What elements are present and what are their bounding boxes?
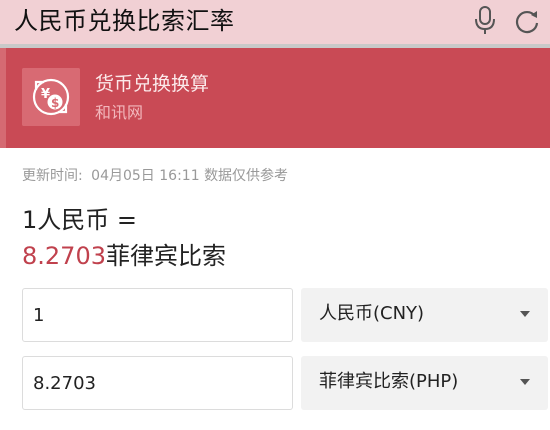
converter-title: 货币兑换换算: [95, 73, 210, 95]
currency-exchange-icon: ¥ $: [22, 68, 80, 126]
target-currency-name: 菲律宾比索: [105, 242, 226, 270]
source-amount-input[interactable]: [22, 288, 293, 342]
converter-header-banner[interactable]: ¥ $ 货币兑换换算 和讯网: [0, 48, 550, 148]
update-time-line: 更新时间: 04月05日 16:11 数据仅供参考: [22, 166, 288, 186]
rate-result-line: 8.2703菲律宾比索: [22, 240, 226, 272]
search-bar-container: 人民币兑换比索汇率: [0, 0, 550, 48]
update-label: 更新时间:: [22, 168, 83, 184]
data-source-label: 和讯网: [95, 103, 144, 122]
chevron-down-icon: [520, 379, 530, 385]
chevron-down-icon: [520, 311, 530, 317]
microphone-icon[interactable]: [474, 6, 496, 36]
svg-text:$: $: [51, 96, 59, 110]
data-disclaimer: 数据仅供参考: [204, 168, 289, 184]
search-query-text[interactable]: 人民币兑换比索汇率: [14, 4, 235, 38]
target-currency-label: 菲律宾比索(PHP): [319, 371, 459, 392]
target-amount-input[interactable]: [22, 356, 293, 410]
source-currency-select[interactable]: 人民币(CNY): [301, 288, 548, 342]
rate-value: 8.2703: [22, 242, 106, 270]
search-bar[interactable]: 人民币兑换比索汇率: [0, 0, 550, 44]
banner-accent-strip: [0, 48, 6, 148]
refresh-icon[interactable]: [514, 8, 540, 34]
source-currency-label: 人民币(CNY): [319, 303, 425, 324]
target-currency-select[interactable]: 菲律宾比索(PHP): [301, 356, 548, 410]
base-amount-text: 1人民币 =: [22, 206, 138, 234]
update-time: 04月05日 16:11: [91, 168, 200, 184]
